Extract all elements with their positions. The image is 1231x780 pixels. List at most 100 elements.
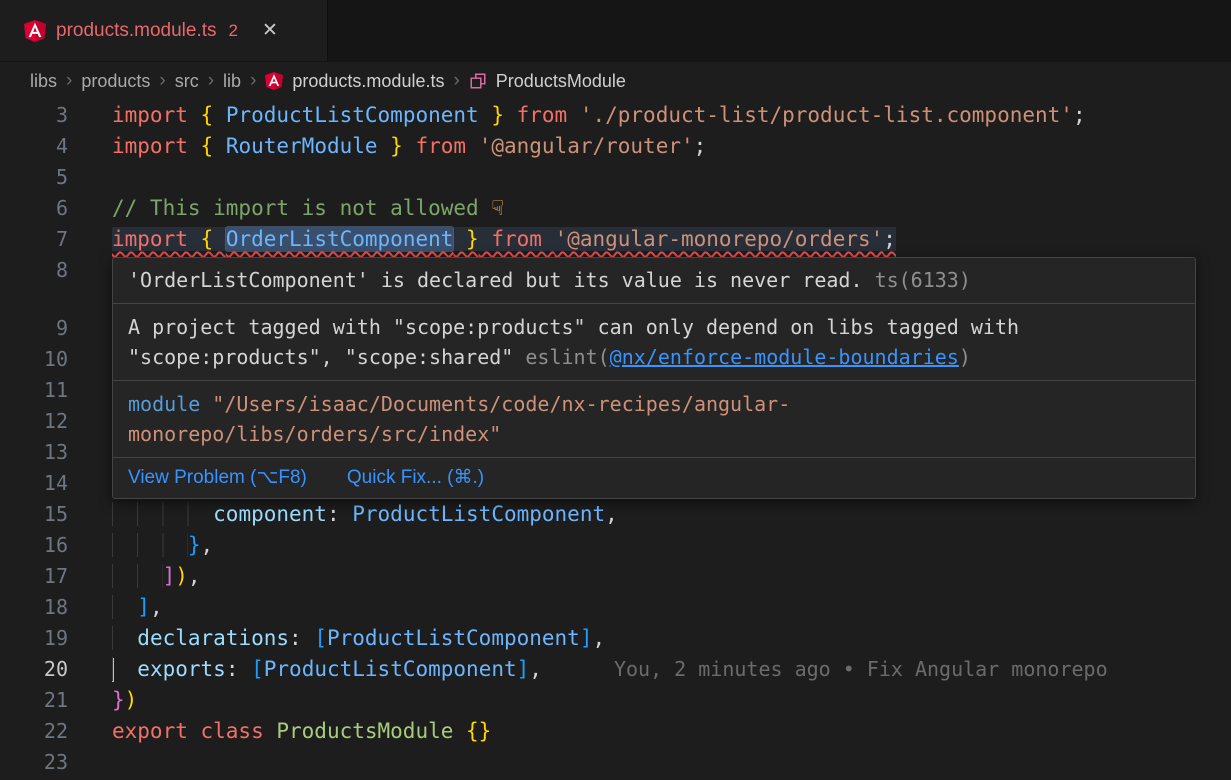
- code-token: OrderListComponent: [226, 227, 454, 251]
- line-number[interactable]: 9: [0, 313, 68, 344]
- code-token: :: [289, 626, 314, 650]
- module-path-line1: module "/Users/isaac/Documents/code/nx-r…: [128, 389, 1180, 419]
- code-token: ;: [694, 134, 707, 158]
- line-number[interactable]: 17: [0, 561, 68, 592]
- module-path-line2: monorepo/libs/orders/src/index": [128, 419, 1180, 449]
- line-number[interactable]: 20: [0, 654, 68, 685]
- code-token: {: [201, 227, 226, 251]
- code-line-22[interactable]: 22export class ProductsModule {}: [0, 716, 1231, 747]
- line-content: declarations: [ProductListComponent],: [68, 623, 605, 654]
- code-token: ;: [1073, 103, 1086, 127]
- code-token: :: [327, 502, 352, 526]
- code-line-23[interactable]: 23: [0, 747, 1231, 778]
- hover-eslint-diagnostic: A project tagged with "scope:products" c…: [113, 303, 1195, 380]
- git-blame-annotation: You, 2 minutes ago • Fix Angular monorep…: [614, 657, 1108, 681]
- close-icon[interactable]: ✕: [262, 19, 278, 42]
- breadcrumb-item-file[interactable]: products.module.ts: [292, 71, 444, 92]
- line-number[interactable]: 5: [0, 162, 68, 193]
- line-content: [68, 255, 112, 286]
- angular-logo-icon: [24, 20, 46, 42]
- code-token: {: [201, 134, 226, 158]
- code-line-7[interactable]: 7 import { OrderListComponent } from '@an…: [0, 224, 1231, 255]
- line-number[interactable]: 16: [0, 530, 68, 561]
- code-token: ProductsModule: [276, 719, 466, 743]
- code-line-18[interactable]: 18 ],: [0, 592, 1231, 623]
- line-content: }): [68, 685, 137, 716]
- code-line-15[interactable]: 15 component: ProductListComponent,: [0, 499, 1231, 530]
- code-token: exports: [137, 657, 226, 681]
- line-content: [68, 747, 112, 778]
- code-token: '@angular-monorepo/orders': [555, 227, 884, 251]
- line-number[interactable]: 21: [0, 685, 68, 716]
- line-content: [68, 406, 112, 437]
- line-content: export class ProductsModule {}: [68, 716, 491, 747]
- code-line-21[interactable]: 21}): [0, 685, 1231, 716]
- line-content: ]),: [68, 561, 201, 592]
- code-token: ProductListComponent: [352, 502, 605, 526]
- code-line-4[interactable]: 4import { RouterModule } from '@angular/…: [0, 131, 1231, 162]
- line-number[interactable]: 14: [0, 468, 68, 499]
- code-token: RouterModule: [226, 134, 378, 158]
- code-token: ): [175, 564, 188, 588]
- ts-diagnostic-code: ts(6133): [875, 268, 971, 292]
- code-token: [112, 564, 163, 588]
- breadcrumb-item-products[interactable]: products: [81, 71, 150, 92]
- code-token: {: [201, 103, 226, 127]
- ts-diagnostic-message: 'OrderListComponent' is declared but its…: [128, 268, 863, 292]
- line-number[interactable]: 3: [0, 100, 68, 131]
- line-number[interactable]: 22: [0, 716, 68, 747]
- line-number[interactable]: 23: [0, 747, 68, 778]
- view-problem-action[interactable]: View Problem (⌥F8): [128, 467, 307, 489]
- code-token: ,: [201, 533, 214, 557]
- quick-fix-action[interactable]: Quick Fix... (⌘.): [347, 467, 484, 489]
- tab-title: products.module.ts: [56, 20, 217, 42]
- code-token: ProductListComponent: [264, 657, 517, 681]
- line-content: [68, 162, 112, 193]
- line-content: component: ProductListComponent,: [68, 499, 618, 530]
- code-token: ☟: [491, 196, 504, 220]
- code-line-20[interactable]: 20 exports: [ProductListComponent],You, …: [0, 654, 1231, 685]
- code-token: [112, 626, 137, 650]
- breadcrumb-item-libs[interactable]: libs: [30, 71, 57, 92]
- line-number[interactable]: 15: [0, 499, 68, 530]
- tab-products-module[interactable]: products.module.ts 2 ✕: [0, 0, 328, 61]
- tab-bar: products.module.ts 2 ✕: [0, 0, 1231, 62]
- line-number[interactable]: 8: [0, 255, 68, 286]
- class-symbol-icon: [469, 72, 487, 90]
- code-line-17[interactable]: 17 ]),: [0, 561, 1231, 592]
- code-token: ]: [580, 626, 593, 650]
- line-number[interactable]: 12: [0, 406, 68, 437]
- error-underline-range: import { OrderListComponent } from '@ang…: [112, 227, 896, 251]
- line-number[interactable]: 11: [0, 375, 68, 406]
- line-number[interactable]: 13: [0, 437, 68, 468]
- code-token: [112, 595, 137, 619]
- code-token: }: [188, 533, 201, 557]
- code-line-6[interactable]: 6// This import is not allowed ☟: [0, 193, 1231, 224]
- line-number[interactable]: 6: [0, 193, 68, 224]
- code-token: from: [403, 134, 479, 158]
- line-number[interactable]: 7: [0, 224, 68, 255]
- line-number[interactable]: 10: [0, 344, 68, 375]
- code-token: ProductListComponent: [327, 626, 580, 650]
- hover-ts-diagnostic: 'OrderListComponent' is declared but its…: [113, 258, 1195, 303]
- code-line-19[interactable]: 19 declarations: [ProductListComponent],: [0, 623, 1231, 654]
- breadcrumb-item-src[interactable]: src: [175, 71, 199, 92]
- line-content: },: [68, 530, 213, 561]
- code-line-16[interactable]: 16 },: [0, 530, 1231, 561]
- code-line-3[interactable]: 3import { ProductListComponent } from '.…: [0, 100, 1231, 131]
- line-content: [68, 375, 112, 406]
- eslint-message-line1: A project tagged with "scope:products" c…: [128, 312, 1180, 342]
- line-number[interactable]: 18: [0, 592, 68, 623]
- breadcrumb-item-lib[interactable]: lib: [223, 71, 241, 92]
- code-token: './product-list/product-list.component': [580, 103, 1073, 127]
- eslint-rule-link[interactable]: @nx/enforce-module-boundaries: [610, 345, 959, 369]
- breadcrumb-item-symbol[interactable]: ProductsModule: [496, 71, 626, 92]
- line-number[interactable]: 19: [0, 623, 68, 654]
- line-content: [68, 437, 112, 468]
- code-line-5[interactable]: 5: [0, 162, 1231, 193]
- code-token: export class: [112, 719, 276, 743]
- line-number[interactable]: 4: [0, 131, 68, 162]
- code-token: }: [112, 688, 125, 712]
- line-content: [68, 313, 112, 344]
- code-token: ,: [150, 595, 163, 619]
